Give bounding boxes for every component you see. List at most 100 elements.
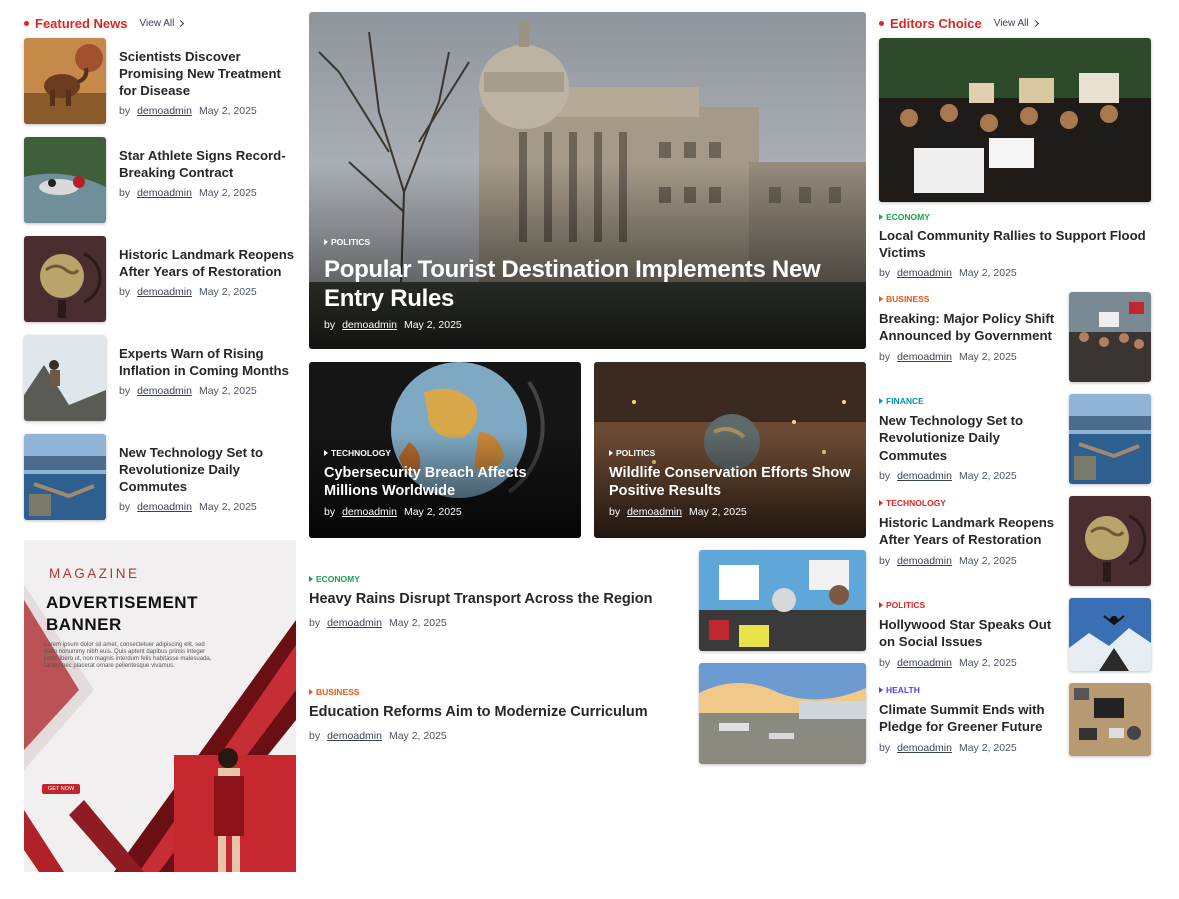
featured-item[interactable]: Scientists Discover Promising New Treatm…: [24, 38, 296, 126]
category-tag[interactable]: HEALTH: [879, 685, 1059, 695]
editors-item-title[interactable]: Historic Landmark Reopens After Years of…: [879, 514, 1059, 548]
protest-crowd-image[interactable]: [879, 38, 1151, 202]
category-label: ECONOMY: [316, 574, 360, 584]
featured-item-title[interactable]: Historic Landmark Reopens After Years of…: [119, 246, 296, 280]
triangle-icon: [879, 500, 883, 507]
featured-view-all-link[interactable]: View All: [139, 18, 185, 29]
author-link[interactable]: demoadmin: [137, 385, 192, 397]
list-story-title[interactable]: Heavy Rains Disrupt Transport Across the…: [309, 590, 689, 609]
view-all-label: View All: [993, 17, 1029, 29]
desk-setup-thumbnail[interactable]: [1069, 683, 1151, 757]
editors-item-title[interactable]: Climate Summit Ends with Pledge for Gree…: [879, 701, 1059, 735]
story-card-text: POLITICS Wildlife Conservation Efforts S…: [609, 448, 866, 518]
category-tag[interactable]: ECONOMY: [879, 212, 1151, 222]
by-label: by: [309, 616, 321, 629]
city-river-thumbnail[interactable]: [24, 434, 106, 520]
story-card[interactable]: TECHNOLOGY Cybersecurity Breach Affects …: [309, 362, 581, 538]
post-date: May 2, 2025: [198, 501, 257, 514]
ad-cta-button[interactable]: GET NOW: [42, 784, 81, 794]
author-link[interactable]: demoadmin: [342, 506, 397, 518]
category-tag[interactable]: TECHNOLOGY: [879, 498, 1059, 508]
editors-item[interactable]: POLITICS Hollywood Star Speaks Out on So…: [879, 598, 1151, 672]
editors-item-title[interactable]: Hollywood Star Speaks Out on Social Issu…: [879, 616, 1059, 650]
featured-item[interactable]: New Technology Set to Revolutionize Dail…: [24, 434, 296, 522]
author-link[interactable]: demoadmin: [137, 501, 192, 513]
category-tag[interactable]: BUSINESS: [879, 294, 1059, 304]
author-link[interactable]: demoadmin: [897, 742, 952, 754]
list-story-title[interactable]: Education Reforms Aim to Modernize Curri…: [309, 703, 689, 722]
category-tag[interactable]: FINANCE: [879, 396, 1059, 406]
elephant-thumbnail[interactable]: [24, 38, 106, 124]
category-tag[interactable]: POLITICS: [609, 448, 866, 458]
story-card[interactable]: POLITICS Wildlife Conservation Efforts S…: [594, 362, 866, 538]
hero-story[interactable]: POLITICS Popular Tourist Destination Imp…: [309, 12, 866, 349]
main-stories-section: POLITICS Popular Tourist Destination Imp…: [309, 12, 866, 764]
author-link[interactable]: demoadmin: [342, 319, 397, 331]
featured-item-title[interactable]: Star Athlete Signs Record-Breaking Contr…: [119, 147, 296, 181]
author-link[interactable]: demoadmin: [137, 187, 192, 199]
story-card-title[interactable]: Cybersecurity Breach Affects Millions Wo…: [324, 464, 581, 500]
advertisement-banner[interactable]: MAGAZINE ADVERTISEMENT BANNER Lorem ipsum…: [24, 540, 296, 872]
featured-item[interactable]: Star Athlete Signs Record-Breaking Contr…: [24, 137, 296, 225]
editors-item-title[interactable]: Breaking: Major Policy Shift Announced b…: [879, 310, 1059, 344]
featured-item-title[interactable]: Experts Warn of Rising Inflation in Comi…: [119, 345, 296, 379]
globe-thumbnail[interactable]: [24, 236, 106, 322]
airport-thumbnail[interactable]: [699, 663, 866, 764]
list-story[interactable]: BUSINESS Education Reforms Aim to Modern…: [309, 663, 866, 765]
story-card-title[interactable]: Wildlife Conservation Efforts Show Posit…: [609, 464, 866, 500]
post-date: May 2, 2025: [958, 350, 1017, 363]
author-link[interactable]: demoadmin: [897, 657, 952, 669]
city-river-thumbnail[interactable]: [1069, 394, 1151, 485]
by-label: by: [879, 350, 891, 363]
author-link[interactable]: demoadmin: [327, 617, 382, 629]
rafting-thumbnail[interactable]: [24, 137, 106, 223]
category-tag[interactable]: ECONOMY: [309, 574, 689, 584]
ad-title: ADVERTISEMENT BANNER: [46, 592, 198, 636]
bullet-icon: [879, 20, 884, 26]
author-link[interactable]: demoadmin: [897, 555, 952, 567]
hero-title[interactable]: Popular Tourist Destination Implements N…: [324, 255, 866, 313]
category-tag[interactable]: TECHNOLOGY: [324, 448, 581, 458]
category-label: FINANCE: [886, 396, 924, 407]
list-story[interactable]: ECONOMY Heavy Rains Disrupt Transport Ac…: [309, 550, 866, 652]
category-tag[interactable]: POLITICS: [324, 237, 866, 247]
editors-lead-story[interactable]: ECONOMY Local Community Rallies to Suppo…: [879, 212, 1151, 279]
editors-item[interactable]: FINANCE New Technology Set to Revolution…: [879, 394, 1151, 485]
editors-view-all-link[interactable]: View All: [993, 17, 1039, 29]
author-link[interactable]: demoadmin: [897, 470, 952, 482]
mountain-summit-thumbnail[interactable]: [1069, 598, 1151, 672]
author-link[interactable]: demoadmin: [137, 105, 192, 117]
editors-item-title[interactable]: New Technology Set to Revolutionize Dail…: [879, 412, 1059, 463]
editors-lead-title[interactable]: Local Community Rallies to Support Flood…: [879, 227, 1151, 261]
protest-thumbnail[interactable]: [699, 550, 866, 651]
category-label: HEALTH: [886, 685, 920, 696]
post-date: May 2, 2025: [958, 469, 1017, 482]
author-link[interactable]: demoadmin: [627, 506, 682, 518]
featured-item[interactable]: Historic Landmark Reopens After Years of…: [24, 236, 296, 324]
editors-item[interactable]: HEALTH Climate Summit Ends with Pledge f…: [879, 683, 1151, 757]
featured-item-title[interactable]: New Technology Set to Revolutionize Dail…: [119, 444, 296, 495]
street-protest-thumbnail[interactable]: [1069, 292, 1151, 383]
post-date: May 2, 2025: [958, 656, 1017, 669]
author-link[interactable]: demoadmin: [137, 286, 192, 298]
category-label: POLITICS: [616, 448, 656, 458]
triangle-icon: [324, 450, 328, 456]
editors-item[interactable]: BUSINESS Breaking: Major Policy Shift An…: [879, 292, 1151, 383]
chevron-right-icon: [177, 19, 185, 27]
featured-news-title: Featured News: [35, 15, 128, 31]
category-label: POLITICS: [331, 237, 371, 247]
featured-item-title[interactable]: Scientists Discover Promising New Treatm…: [119, 48, 296, 99]
featured-item[interactable]: Experts Warn of Rising Inflation in Comi…: [24, 335, 296, 423]
post-date: May 2, 2025: [403, 319, 462, 331]
category-tag[interactable]: BUSINESS: [309, 687, 689, 697]
author-link[interactable]: demoadmin: [897, 267, 952, 279]
globe-thumbnail[interactable]: [1069, 496, 1151, 587]
triangle-icon: [879, 214, 883, 220]
author-link[interactable]: demoadmin: [897, 351, 952, 363]
editors-item[interactable]: TECHNOLOGY Historic Landmark Reopens Aft…: [879, 496, 1151, 587]
hiker-thumbnail[interactable]: [24, 335, 106, 421]
category-tag[interactable]: POLITICS: [879, 600, 1059, 610]
triangle-icon: [309, 576, 313, 582]
by-label: by: [879, 741, 891, 754]
author-link[interactable]: demoadmin: [327, 730, 382, 742]
